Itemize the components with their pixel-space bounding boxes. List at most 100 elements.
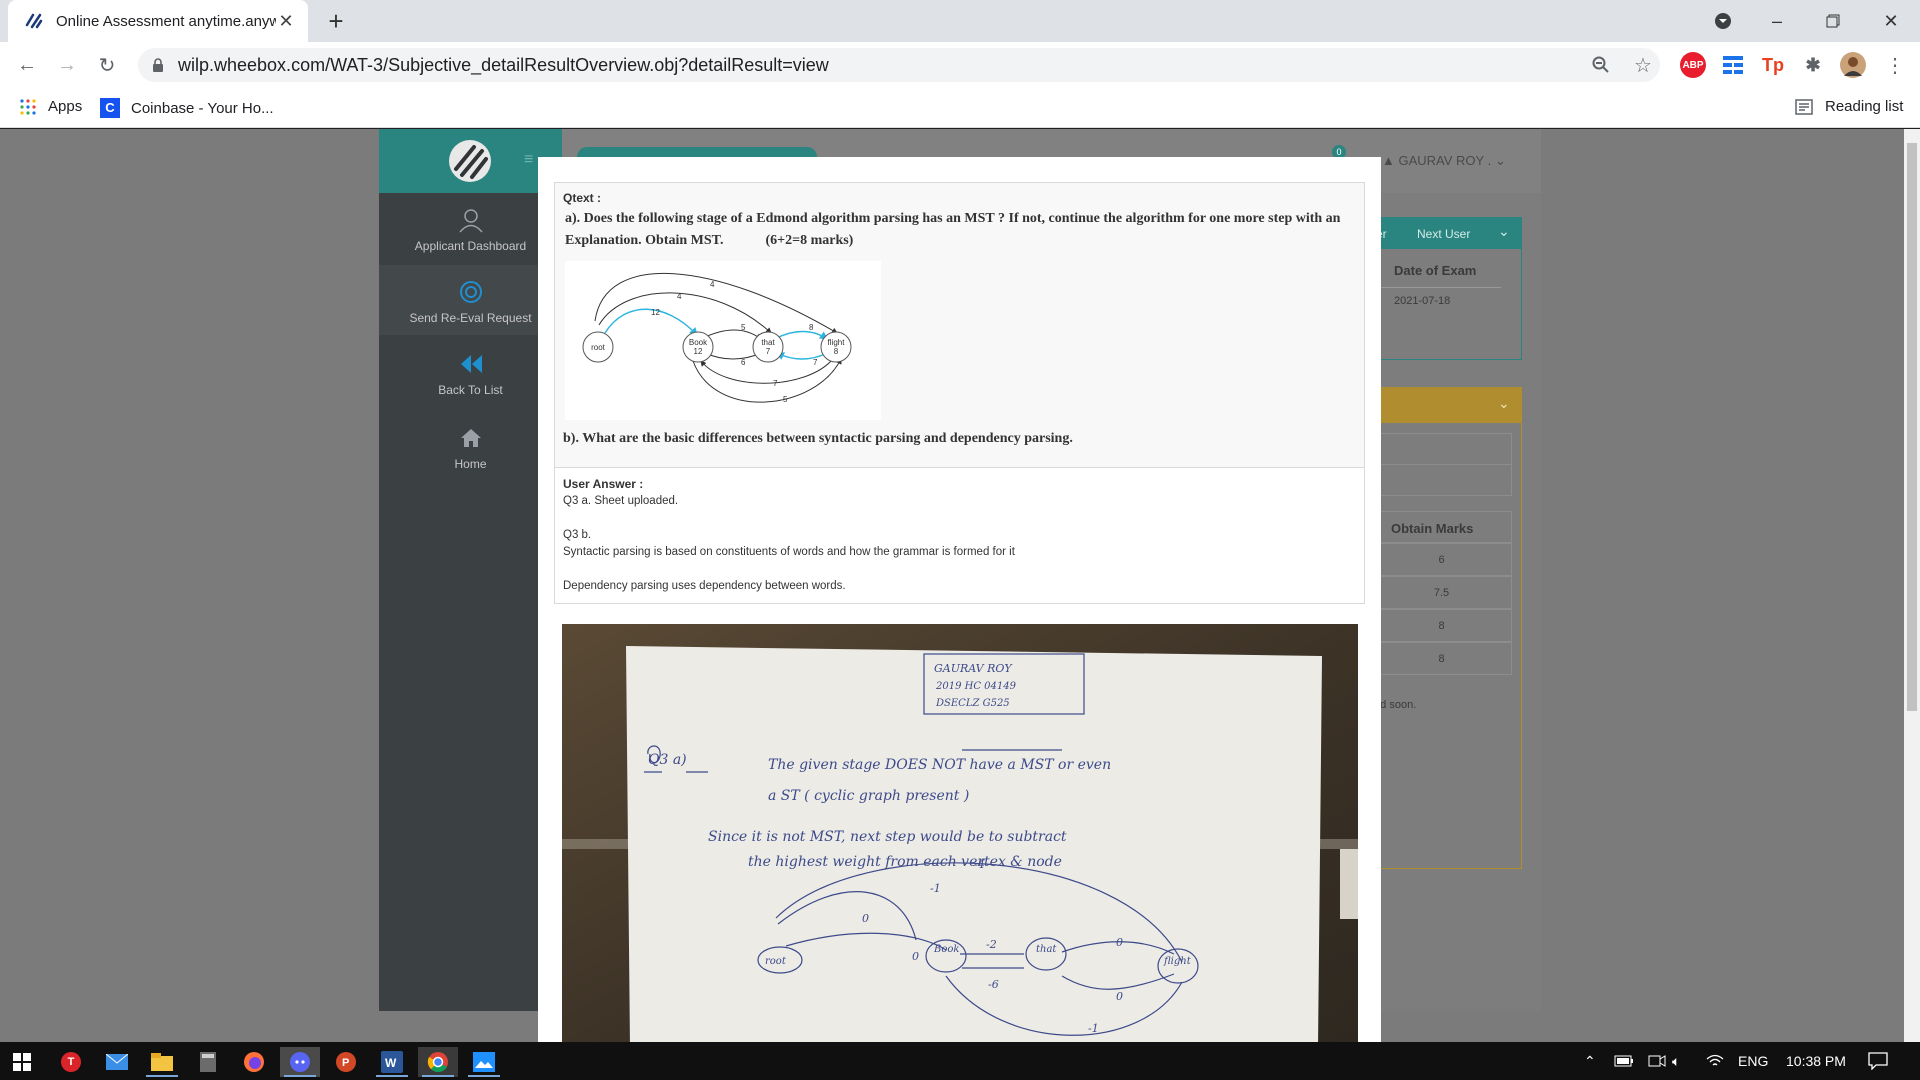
avatar[interactable]	[1840, 52, 1866, 78]
minimize-button[interactable]: –	[1752, 0, 1802, 42]
back-arrow-icon[interactable]: ←	[12, 50, 42, 80]
answer-line	[563, 510, 1356, 527]
question-part-b: b). What are the basic differences betwe…	[563, 431, 1073, 446]
browser-tab[interactable]: Online Assessment anytime.anyw ✕	[8, 0, 308, 42]
profile-dropdown-icon[interactable]	[1698, 0, 1748, 42]
clock[interactable]: 10:38 PM	[1786, 1042, 1846, 1080]
grid-extension-icon[interactable]	[1720, 52, 1746, 78]
sheet-weight: -6	[988, 978, 999, 991]
user-icon: ▲	[1382, 153, 1399, 168]
bookmarks-bar: Apps C Coinbase - Your Ho... Reading lis…	[0, 88, 1920, 128]
answer-line: Q3 b.	[563, 529, 592, 541]
forward-arrow-icon[interactable]: →	[52, 50, 82, 80]
edge-label: 5	[741, 323, 746, 332]
bookmark-apps[interactable]: Apps	[20, 98, 82, 115]
scrollbar-thumb[interactable]	[1907, 143, 1917, 711]
edge-label: 8	[809, 323, 814, 332]
svg-text:W: W	[385, 1056, 397, 1070]
sheet-weight: -4	[974, 858, 985, 871]
site-favicon-icon	[25, 13, 43, 29]
file-explorer-icon[interactable]	[142, 1047, 182, 1077]
chrome-icon[interactable]	[418, 1047, 458, 1077]
marks-panel: Obtain Marks 6 7.5 8 8 ted soon.	[1370, 423, 1522, 869]
tray-chevron-up-icon[interactable]: ⌃	[1584, 1042, 1596, 1080]
edge-label: 5	[783, 395, 788, 404]
marks-cell: 8	[1371, 642, 1512, 675]
new-tab-button[interactable]: +	[322, 8, 350, 36]
next-user-button[interactable]: Next User	[1417, 227, 1470, 241]
bookmark-coinbase[interactable]: C Coinbase - Your Ho...	[100, 98, 274, 118]
coinbase-icon: C	[100, 98, 120, 118]
answer-line	[563, 561, 1356, 578]
powerpoint-icon[interactable]: P	[326, 1047, 366, 1077]
apps-grid-icon	[20, 98, 36, 115]
windows-start-icon[interactable]	[2, 1047, 42, 1077]
sidebar-item-back-to-list[interactable]: Back To List	[379, 351, 562, 397]
wifi-icon[interactable]	[1706, 1042, 1724, 1080]
chevron-down-icon[interactable]: ⌄	[1498, 223, 1510, 240]
tp-extension-icon[interactable]: Tp	[1760, 52, 1786, 78]
photos-icon[interactable]	[464, 1047, 504, 1077]
graph-node-label: flight	[828, 338, 846, 347]
tab-close-icon[interactable]: ✕	[276, 11, 296, 32]
page-scrollbar[interactable]	[1904, 129, 1920, 1042]
edge-label: 4	[710, 280, 715, 289]
sheet-q-label: Q3 a)	[648, 752, 687, 768]
mail-icon[interactable]	[97, 1047, 137, 1077]
adblock-extension-icon[interactable]: ABP	[1680, 52, 1706, 78]
graph-node-weight: 12	[694, 347, 703, 356]
meet-camera-icon[interactable]	[1648, 1042, 1666, 1080]
omnibox[interactable]: wilp.wheebox.com/WAT-3/Subjective_detail…	[138, 48, 1660, 82]
url-text: wilp.wheebox.com/WAT-3/Subjective_detail…	[178, 54, 829, 75]
sheet-code: DSECLZ G525	[935, 698, 1010, 709]
qtext-label: Qtext :	[563, 191, 602, 205]
sidebar-item-applicant-dashboard[interactable]: Applicant Dashboard	[379, 207, 562, 253]
dependency-graph: 4 4 12 5 6 8 7 7 5 root Book 12 that 7 f…	[582, 272, 852, 404]
tab-title: Online Assessment anytime.anyw	[56, 12, 276, 30]
lock-icon	[153, 58, 163, 72]
graph-node-label: Book	[689, 338, 708, 347]
hamburger-icon[interactable]: ≡	[524, 151, 533, 169]
graph-edge	[704, 352, 762, 360]
reload-icon[interactable]: ↻	[92, 50, 122, 80]
notification-center-icon[interactable]	[1868, 1042, 1888, 1080]
sheet-weight: 0	[1116, 936, 1123, 949]
menu-dots-icon[interactable]: ⋮	[1880, 50, 1910, 80]
sheet-node: flight	[1163, 956, 1192, 967]
rewind-icon	[460, 355, 482, 373]
language-indicator[interactable]: ENG	[1738, 1042, 1768, 1080]
battery-icon[interactable]	[1614, 1042, 1634, 1080]
firefox-icon[interactable]	[234, 1047, 274, 1077]
question-section: Qtext : a). Does the following stage of …	[555, 183, 1364, 468]
sheet-weight: -2	[986, 938, 997, 951]
bookmark-star-icon[interactable]: ☆	[1628, 50, 1658, 80]
speaker-icon[interactable]: 🔈︎	[1672, 1042, 1680, 1080]
restore-button[interactable]	[1808, 0, 1858, 42]
tool-t-icon[interactable]: T	[51, 1047, 91, 1077]
sheet-line: a ST ( cyclic graph present )	[768, 788, 969, 804]
edge-label: 7	[773, 379, 778, 388]
sheet-weight: 0	[1116, 990, 1123, 1003]
sidebar-item-send-re-eval[interactable]: Send Re-Eval Request	[379, 265, 562, 335]
chevron-down-icon[interactable]: ⌄	[1498, 395, 1510, 412]
discord-icon[interactable]	[280, 1047, 320, 1077]
word-icon[interactable]: W	[372, 1047, 412, 1077]
graph-edge	[774, 330, 829, 340]
edge-label: 12	[651, 308, 660, 317]
reading-list-button[interactable]: Reading list	[1795, 98, 1903, 115]
uploaded-answer-sheet[interactable]: GAURAV ROY 2019 HC 04149 DSECLZ G525 Q3 …	[562, 624, 1358, 1042]
answer-sheet-photo: GAURAV ROY 2019 HC 04149 DSECLZ G525 Q3 …	[562, 624, 1358, 1042]
user-menu[interactable]: ▲ GAURAV ROY . ⌄	[1382, 153, 1506, 169]
marks-cell: 7.5	[1371, 576, 1512, 609]
close-window-button[interactable]: ✕	[1866, 0, 1916, 42]
sheet-id: 2019 HC 04149	[935, 681, 1017, 692]
puzzle-extensions-icon[interactable]: ✱	[1800, 52, 1826, 78]
answer-section: User Answer : Q3 a. Sheet uploaded. Q3 b…	[555, 468, 1364, 603]
answer-modal: Qtext : a). Does the following stage of …	[538, 157, 1381, 1042]
zoom-icon[interactable]	[1586, 50, 1616, 80]
sidebar-item-home[interactable]: Home	[379, 425, 562, 471]
sheet-weight: -1	[930, 882, 941, 895]
sheet-line: the highest weight from each vertex & no…	[748, 854, 1062, 870]
answer-line: Dependency parsing uses dependency betwe…	[563, 580, 846, 592]
calculator-icon[interactable]	[188, 1047, 228, 1077]
